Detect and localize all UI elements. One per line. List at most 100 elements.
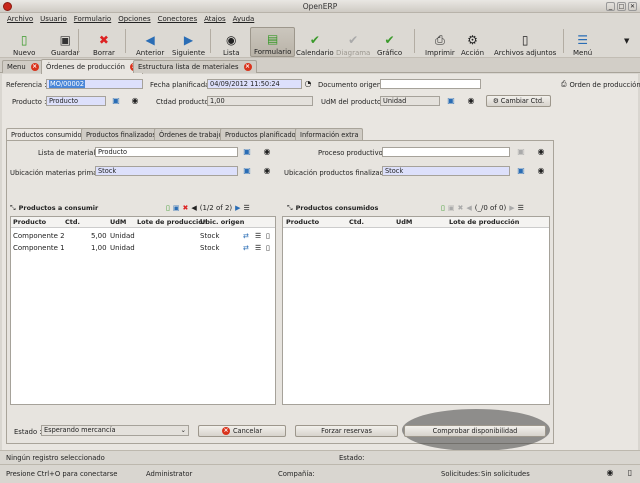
fecha-label: Fecha planificada : (150, 81, 214, 89)
cambiar-cantidad-button[interactable]: ⚙ Cambiar Ctd. (486, 95, 551, 107)
table-row[interactable]: Componente 1 1,00 Unidad Stock ⇄ ☰ ▯ (11, 242, 275, 253)
open-icon[interactable]: ▣ (517, 148, 525, 156)
force-reservation-button[interactable]: Forzar reservas (295, 425, 398, 437)
open-icon[interactable]: ▣ (112, 97, 120, 105)
proceso-field[interactable] (382, 147, 510, 157)
udm-field[interactable]: Unidad (380, 96, 440, 106)
selection-status: Ningún registro seleccionado (6, 454, 105, 462)
menu-formulario[interactable]: Formulario (74, 15, 111, 23)
note-icon[interactable]: ▯ (266, 232, 270, 240)
close-icon[interactable]: ✕ (628, 2, 637, 11)
form-view-button[interactable]: ▤ Formulario (250, 27, 296, 57)
tab-informacion-extra[interactable]: Información extra (295, 128, 364, 140)
binoculars-icon[interactable]: ◉ (467, 97, 475, 105)
delete-icon[interactable]: ✖ (457, 204, 463, 212)
menu-archivo[interactable]: Archivo (7, 15, 33, 23)
tab-productos-finalizados[interactable]: Productos finalizados (81, 128, 161, 140)
estado-select[interactable]: Esperando mercancía ⌄ (41, 425, 189, 436)
toolbar-overflow-icon[interactable]: ▼ (624, 37, 629, 45)
switch-view-icon[interactable]: ☰ (518, 204, 524, 212)
maximize-icon[interactable]: □ (617, 2, 626, 11)
print-button[interactable]: ⎙ Imprimir (422, 27, 458, 57)
binoculars-icon[interactable]: ◉ (537, 167, 545, 175)
previous-icon[interactable]: ◀ (191, 204, 196, 212)
close-tab-icon[interactable]: × (30, 63, 39, 71)
arrow-left-icon: ◀ (145, 33, 155, 47)
referencia-label: Referencia : (6, 81, 47, 89)
origen-field[interactable] (380, 79, 481, 89)
switch-view-icon[interactable]: ☰ (244, 204, 250, 212)
next-icon[interactable]: ▶ (235, 204, 240, 212)
action-button[interactable]: ⚙ Acción (458, 27, 487, 57)
binoculars-icon[interactable]: ◉ (537, 148, 545, 156)
tab-ordenes-trabajo[interactable]: Órdenes de trabajo (154, 128, 228, 140)
ubic-pf-field[interactable]: Stock (382, 166, 510, 176)
binoculars-icon[interactable]: ◉ (263, 167, 271, 175)
diagram-view-button[interactable]: ✔ Diagrama (333, 27, 373, 57)
new-button[interactable]: ▯ Nuevo (10, 27, 38, 57)
tab-ordenes[interactable]: Órdenes de producción× (41, 59, 143, 74)
open-icon[interactable]: ▣ (243, 148, 251, 156)
lista-material-field[interactable]: Producto (95, 147, 238, 157)
connect-hint: Presione Ctrl+O para conectarse (6, 470, 118, 478)
open-icon[interactable]: ▣ (243, 167, 251, 175)
document-tabs: Menu× Órdenes de producción× Estructura … (0, 58, 640, 74)
attachments-button[interactable]: ▯ Archivos adjuntos (491, 27, 559, 57)
side-panel-link[interactable]: ⎙ Orden de producción (561, 80, 640, 89)
move-icon[interactable]: ⇄ (243, 232, 249, 240)
next-icon[interactable]: ▶ (509, 204, 514, 212)
menu-usuario[interactable]: Usuario (40, 15, 67, 23)
menu-button[interactable]: ☰ Menú (570, 27, 595, 57)
requests-value: Sin solicitudes (481, 470, 530, 478)
fecha-field[interactable]: 04/09/2012 11:50:24 (207, 79, 302, 89)
binoculars-icon[interactable]: ◉ (263, 148, 271, 156)
open-icon[interactable]: ▣ (517, 167, 525, 175)
producto-field[interactable]: Producto (46, 96, 106, 106)
save-icon[interactable]: ▣ (173, 204, 180, 212)
menu-ayuda[interactable]: Ayuda (233, 15, 255, 23)
binoculars-icon[interactable]: ◉ (606, 469, 614, 477)
tab-menu[interactable]: Menu × (2, 60, 44, 73)
previous-icon[interactable]: ◀ (466, 204, 471, 212)
consumed-toolbar: ▯ ▣ ✖ ◀ (_/0 of 0) ▶ ☰ (441, 202, 524, 214)
save-icon[interactable]: ▣ (448, 204, 455, 212)
tab-estructura[interactable]: Estructura lista de materiales × (133, 60, 257, 73)
delete-icon[interactable]: ✖ (182, 204, 188, 212)
calendar-view-button[interactable]: ✔ Calendario (293, 27, 337, 57)
cantidad-label: Ctdad producto : (156, 98, 214, 106)
note-icon[interactable]: ▯ (266, 244, 270, 252)
move-icon[interactable]: ⇄ (243, 244, 249, 252)
menu-opciones[interactable]: Opciones (118, 15, 150, 23)
chart-icon: ✔ (384, 33, 395, 47)
tab-productos-planificados[interactable]: Productos planificados (220, 128, 305, 140)
minimize-icon[interactable]: _ (606, 2, 615, 11)
to-consume-list: Producto Ctd. UdM Lote de producción Ubi… (10, 216, 276, 405)
graph-view-button[interactable]: ✔ Gráfico (374, 27, 405, 57)
new-icon[interactable]: ▯ (166, 204, 170, 212)
close-tab-icon[interactable]: × (243, 63, 252, 71)
open-icon[interactable]: ▣ (447, 97, 455, 105)
menu-conectores[interactable]: Conectores (158, 15, 197, 23)
list-view-button[interactable]: ◉ Lista (220, 27, 243, 57)
cantidad-field[interactable]: 1,00 (207, 96, 313, 106)
cancel-button[interactable]: × Cancelar (198, 425, 286, 437)
new-icon[interactable]: ▯ (441, 204, 445, 212)
check-availability-button[interactable]: Comprobar disponibilidad (404, 425, 546, 437)
chevron-down-icon: ⌄ (180, 426, 186, 434)
split-icon[interactable]: ☰ (255, 232, 261, 240)
ubic-mp-field[interactable]: Stock (95, 166, 238, 176)
status-bar: Ningún registro seleccionado Estado: Pre… (0, 450, 640, 483)
next-button[interactable]: ▶ Siguiente (169, 27, 208, 57)
delete-button[interactable]: ✖ Borrar (90, 27, 118, 57)
pager-label: (_/0 of 0) (474, 204, 507, 212)
pager-label: (1/2 of 2) (199, 204, 233, 212)
new-request-icon[interactable]: ▯ (626, 469, 634, 477)
split-icon[interactable]: ☰ (255, 244, 261, 252)
previous-button[interactable]: ◀ Anterior (133, 27, 167, 57)
table-row[interactable]: Componente 2 5,00 Unidad Stock ⇄ ☰ ▯ (11, 230, 275, 241)
binoculars-icon[interactable]: ◉ (131, 97, 139, 105)
menu-atajos[interactable]: Atajos (204, 15, 226, 23)
ubic-pf-label: Ubicación productos finalizados : (284, 169, 397, 177)
clock-icon[interactable]: ◔ (304, 80, 312, 88)
referencia-field[interactable]: MO/00002 (46, 79, 143, 89)
